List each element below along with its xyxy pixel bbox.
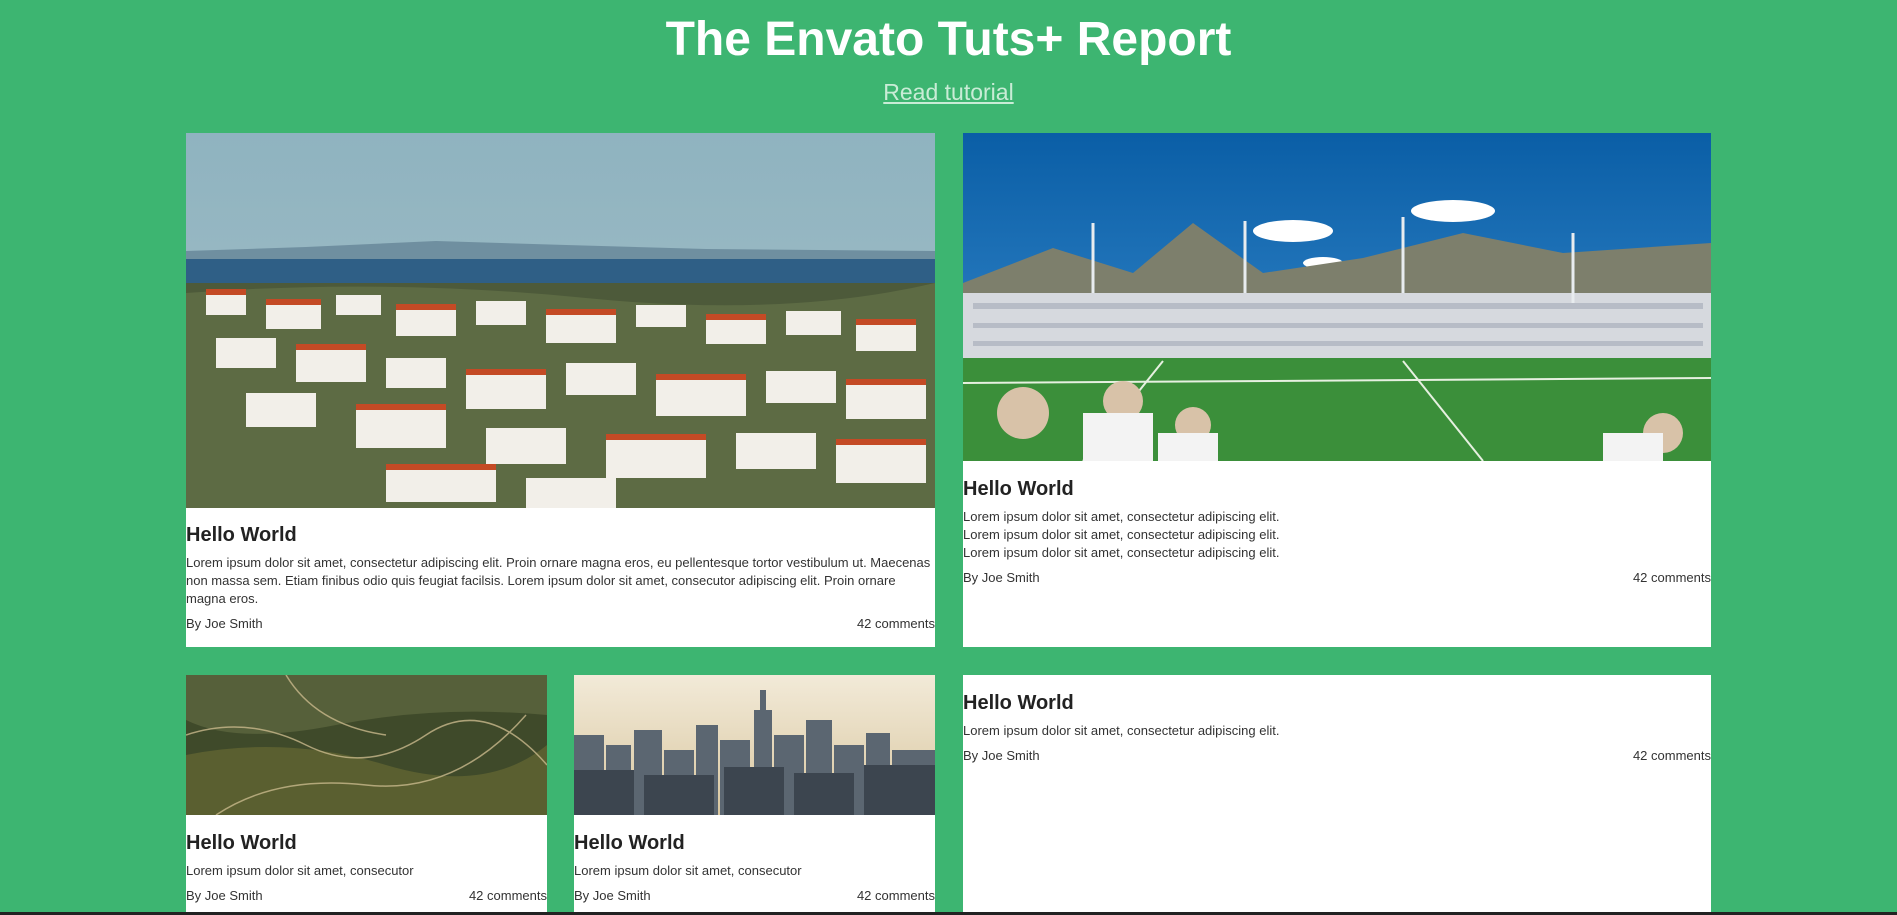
card-excerpt: Lorem ipsum dolor sit amet, consectetur … <box>963 509 1280 560</box>
card-comments[interactable]: 42 comments <box>1633 569 1711 587</box>
card-author: By Joe Smith <box>963 570 1040 585</box>
card-author: By Joe Smith <box>186 616 263 631</box>
article-card[interactable]: Hello World Lorem ipsum dolor sit amet, … <box>963 133 1711 647</box>
coastal-town-photo <box>186 133 935 508</box>
card-comments[interactable]: 42 comments <box>469 887 547 905</box>
article-card[interactable]: Hello World Lorem ipsum dolor sit amet, … <box>186 675 547 915</box>
card-excerpt: Lorem ipsum dolor sit amet, consectetur … <box>186 555 931 606</box>
card-title[interactable]: Hello World <box>186 831 547 855</box>
card-author: By Joe Smith <box>186 888 263 903</box>
read-tutorial-link[interactable]: Read tutorial <box>883 79 1013 105</box>
card-excerpt: Lorem ipsum dolor sit amet, consectetur … <box>963 723 1280 738</box>
card-title[interactable]: Hello World <box>574 831 935 855</box>
article-card[interactable]: Hello World Lorem ipsum dolor sit amet, … <box>963 675 1711 915</box>
card-excerpt: Lorem ipsum dolor sit amet, consecutor <box>186 863 414 878</box>
football-stadium-photo <box>963 133 1711 461</box>
card-comments[interactable]: 42 comments <box>857 887 935 905</box>
card-excerpt: Lorem ipsum dolor sit amet, consecutor <box>574 863 802 878</box>
card-comments[interactable]: 42 comments <box>1633 747 1711 765</box>
page-title: The Envato Tuts+ Report <box>665 13 1232 66</box>
aerial-landscape-photo <box>186 675 547 815</box>
card-comments[interactable]: 42 comments <box>857 615 935 633</box>
card-author: By Joe Smith <box>963 748 1040 763</box>
city-skyline-photo <box>574 675 935 815</box>
tutorial-link-wrapper: Read tutorial <box>0 78 1897 106</box>
article-card[interactable]: Hello World Lorem ipsum dolor sit amet, … <box>186 133 935 647</box>
card-title[interactable]: Hello World <box>186 523 935 547</box>
article-card[interactable]: Hello World Lorem ipsum dolor sit amet, … <box>574 675 935 915</box>
card-author: By Joe Smith <box>574 888 651 903</box>
card-title[interactable]: Hello World <box>963 691 1711 715</box>
card-title[interactable]: Hello World <box>963 477 1711 501</box>
